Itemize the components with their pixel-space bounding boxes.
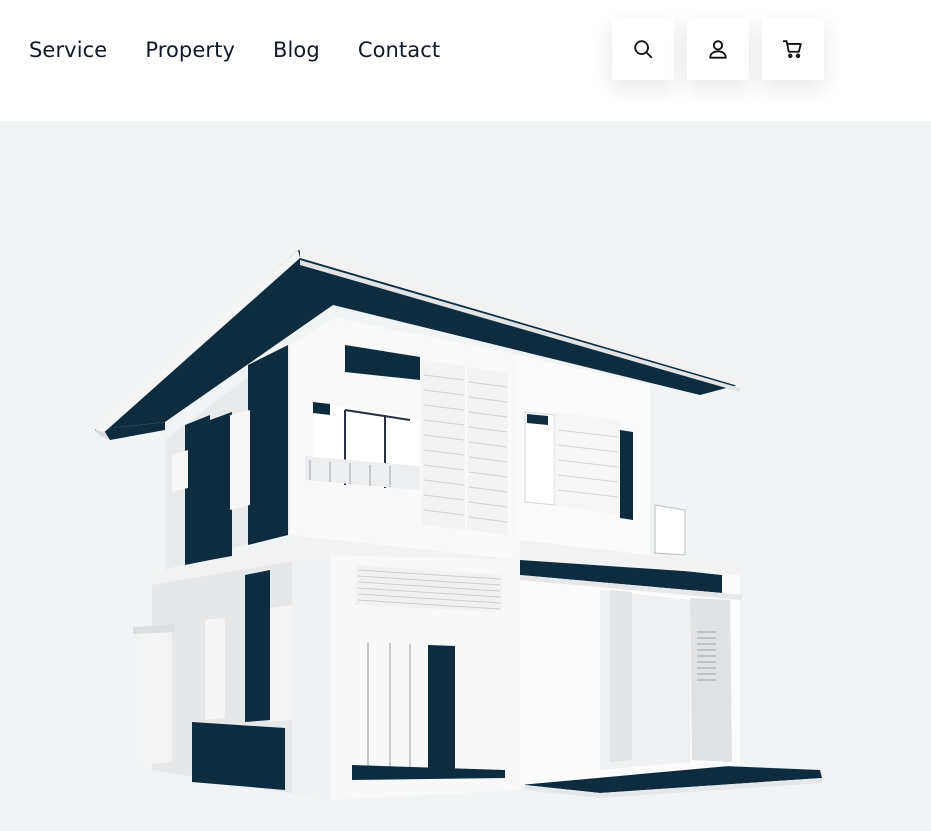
house-illustration — [95, 247, 822, 800]
user-icon — [709, 40, 727, 59]
search-button[interactable] — [612, 18, 674, 80]
site-header: Service Property Blog Contact — [0, 0, 931, 121]
nav-item-contact[interactable]: Contact — [358, 36, 440, 64]
nav-item-property[interactable]: Property — [145, 36, 235, 64]
search-icon — [634, 40, 653, 59]
nav-item-blog[interactable]: Blog — [273, 36, 320, 64]
cart-icon — [782, 40, 802, 59]
nav-item-service[interactable]: Service — [29, 36, 107, 64]
cart-button[interactable] — [762, 18, 824, 80]
account-button[interactable] — [687, 18, 749, 80]
hero-section — [0, 121, 931, 831]
main-nav: Service Property Blog Contact — [29, 36, 440, 64]
